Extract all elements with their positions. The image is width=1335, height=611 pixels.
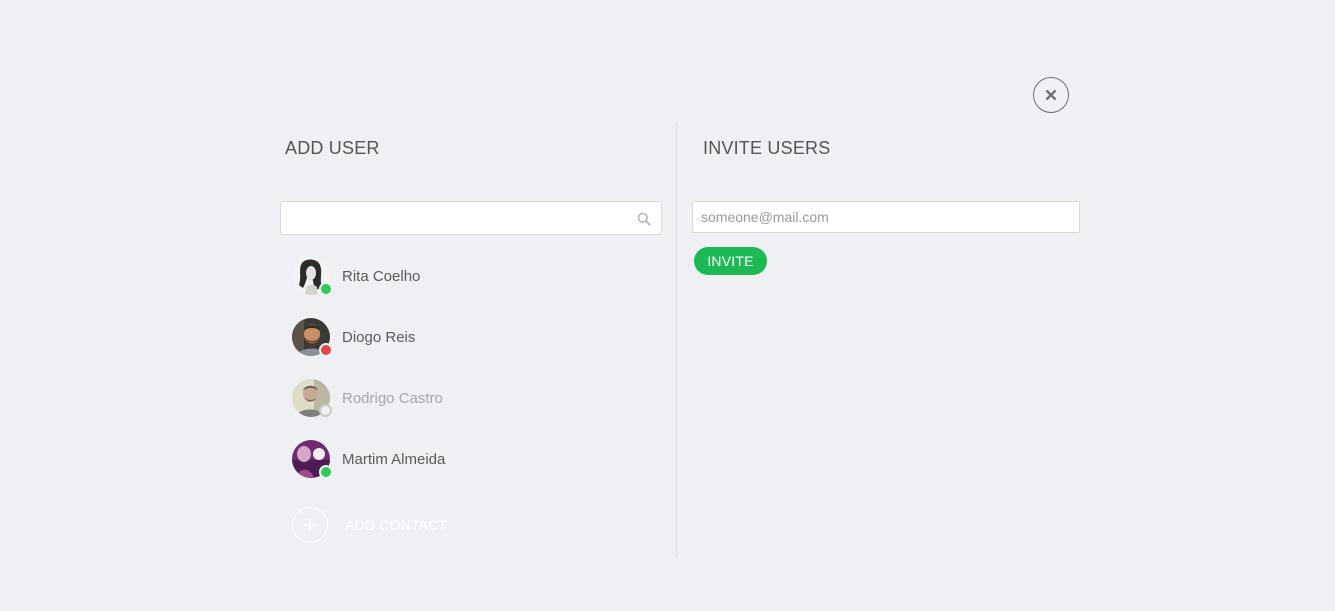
- add-user-title: ADD USER: [285, 138, 380, 158]
- status-online-indicator: [319, 465, 333, 479]
- add-user-modal: ADD USER Rita Coelho Diogo Reis Rodrigo …: [0, 0, 1335, 611]
- status-online-indicator: [319, 282, 333, 296]
- status-busy-indicator: [319, 343, 333, 357]
- avatar: [292, 440, 333, 479]
- user-row-rita-coelho[interactable]: Rita Coelho: [292, 257, 662, 296]
- invite-email-field[interactable]: [692, 201, 1080, 233]
- user-name: Martim Almeida: [342, 450, 446, 468]
- avatar: [292, 257, 333, 296]
- user-search-input[interactable]: [281, 202, 641, 234]
- invite-email-input[interactable]: [693, 202, 1079, 232]
- user-row-rodrigo-castro[interactable]: Rodrigo Castro: [292, 379, 662, 417]
- close-icon: [1046, 90, 1056, 100]
- user-row-martim-almeida[interactable]: Martim Almeida: [292, 440, 662, 479]
- avatar: [292, 318, 333, 357]
- user-name: Rodrigo Castro: [342, 389, 443, 407]
- add-contact-button[interactable]: ADD CONTACT: [292, 507, 447, 543]
- close-button[interactable]: [1033, 77, 1069, 113]
- user-name: Diogo Reis: [342, 328, 416, 346]
- panel-divider: [676, 122, 677, 558]
- user-name: Rita Coelho: [342, 267, 421, 285]
- user-list: Rita Coelho Diogo Reis Rodrigo Castro Ma…: [292, 257, 662, 501]
- user-row-diogo-reis[interactable]: Diogo Reis: [292, 318, 662, 357]
- invite-button[interactable]: INVITE: [694, 247, 767, 275]
- plus-icon: [292, 507, 328, 543]
- invite-users-title: INVITE USERS: [703, 138, 831, 158]
- add-contact-label: ADD CONTACT: [345, 517, 448, 533]
- status-offline-indicator: [319, 404, 332, 417]
- avatar: [292, 379, 332, 417]
- search-icon[interactable]: [637, 212, 651, 231]
- user-search-field[interactable]: [280, 201, 662, 235]
